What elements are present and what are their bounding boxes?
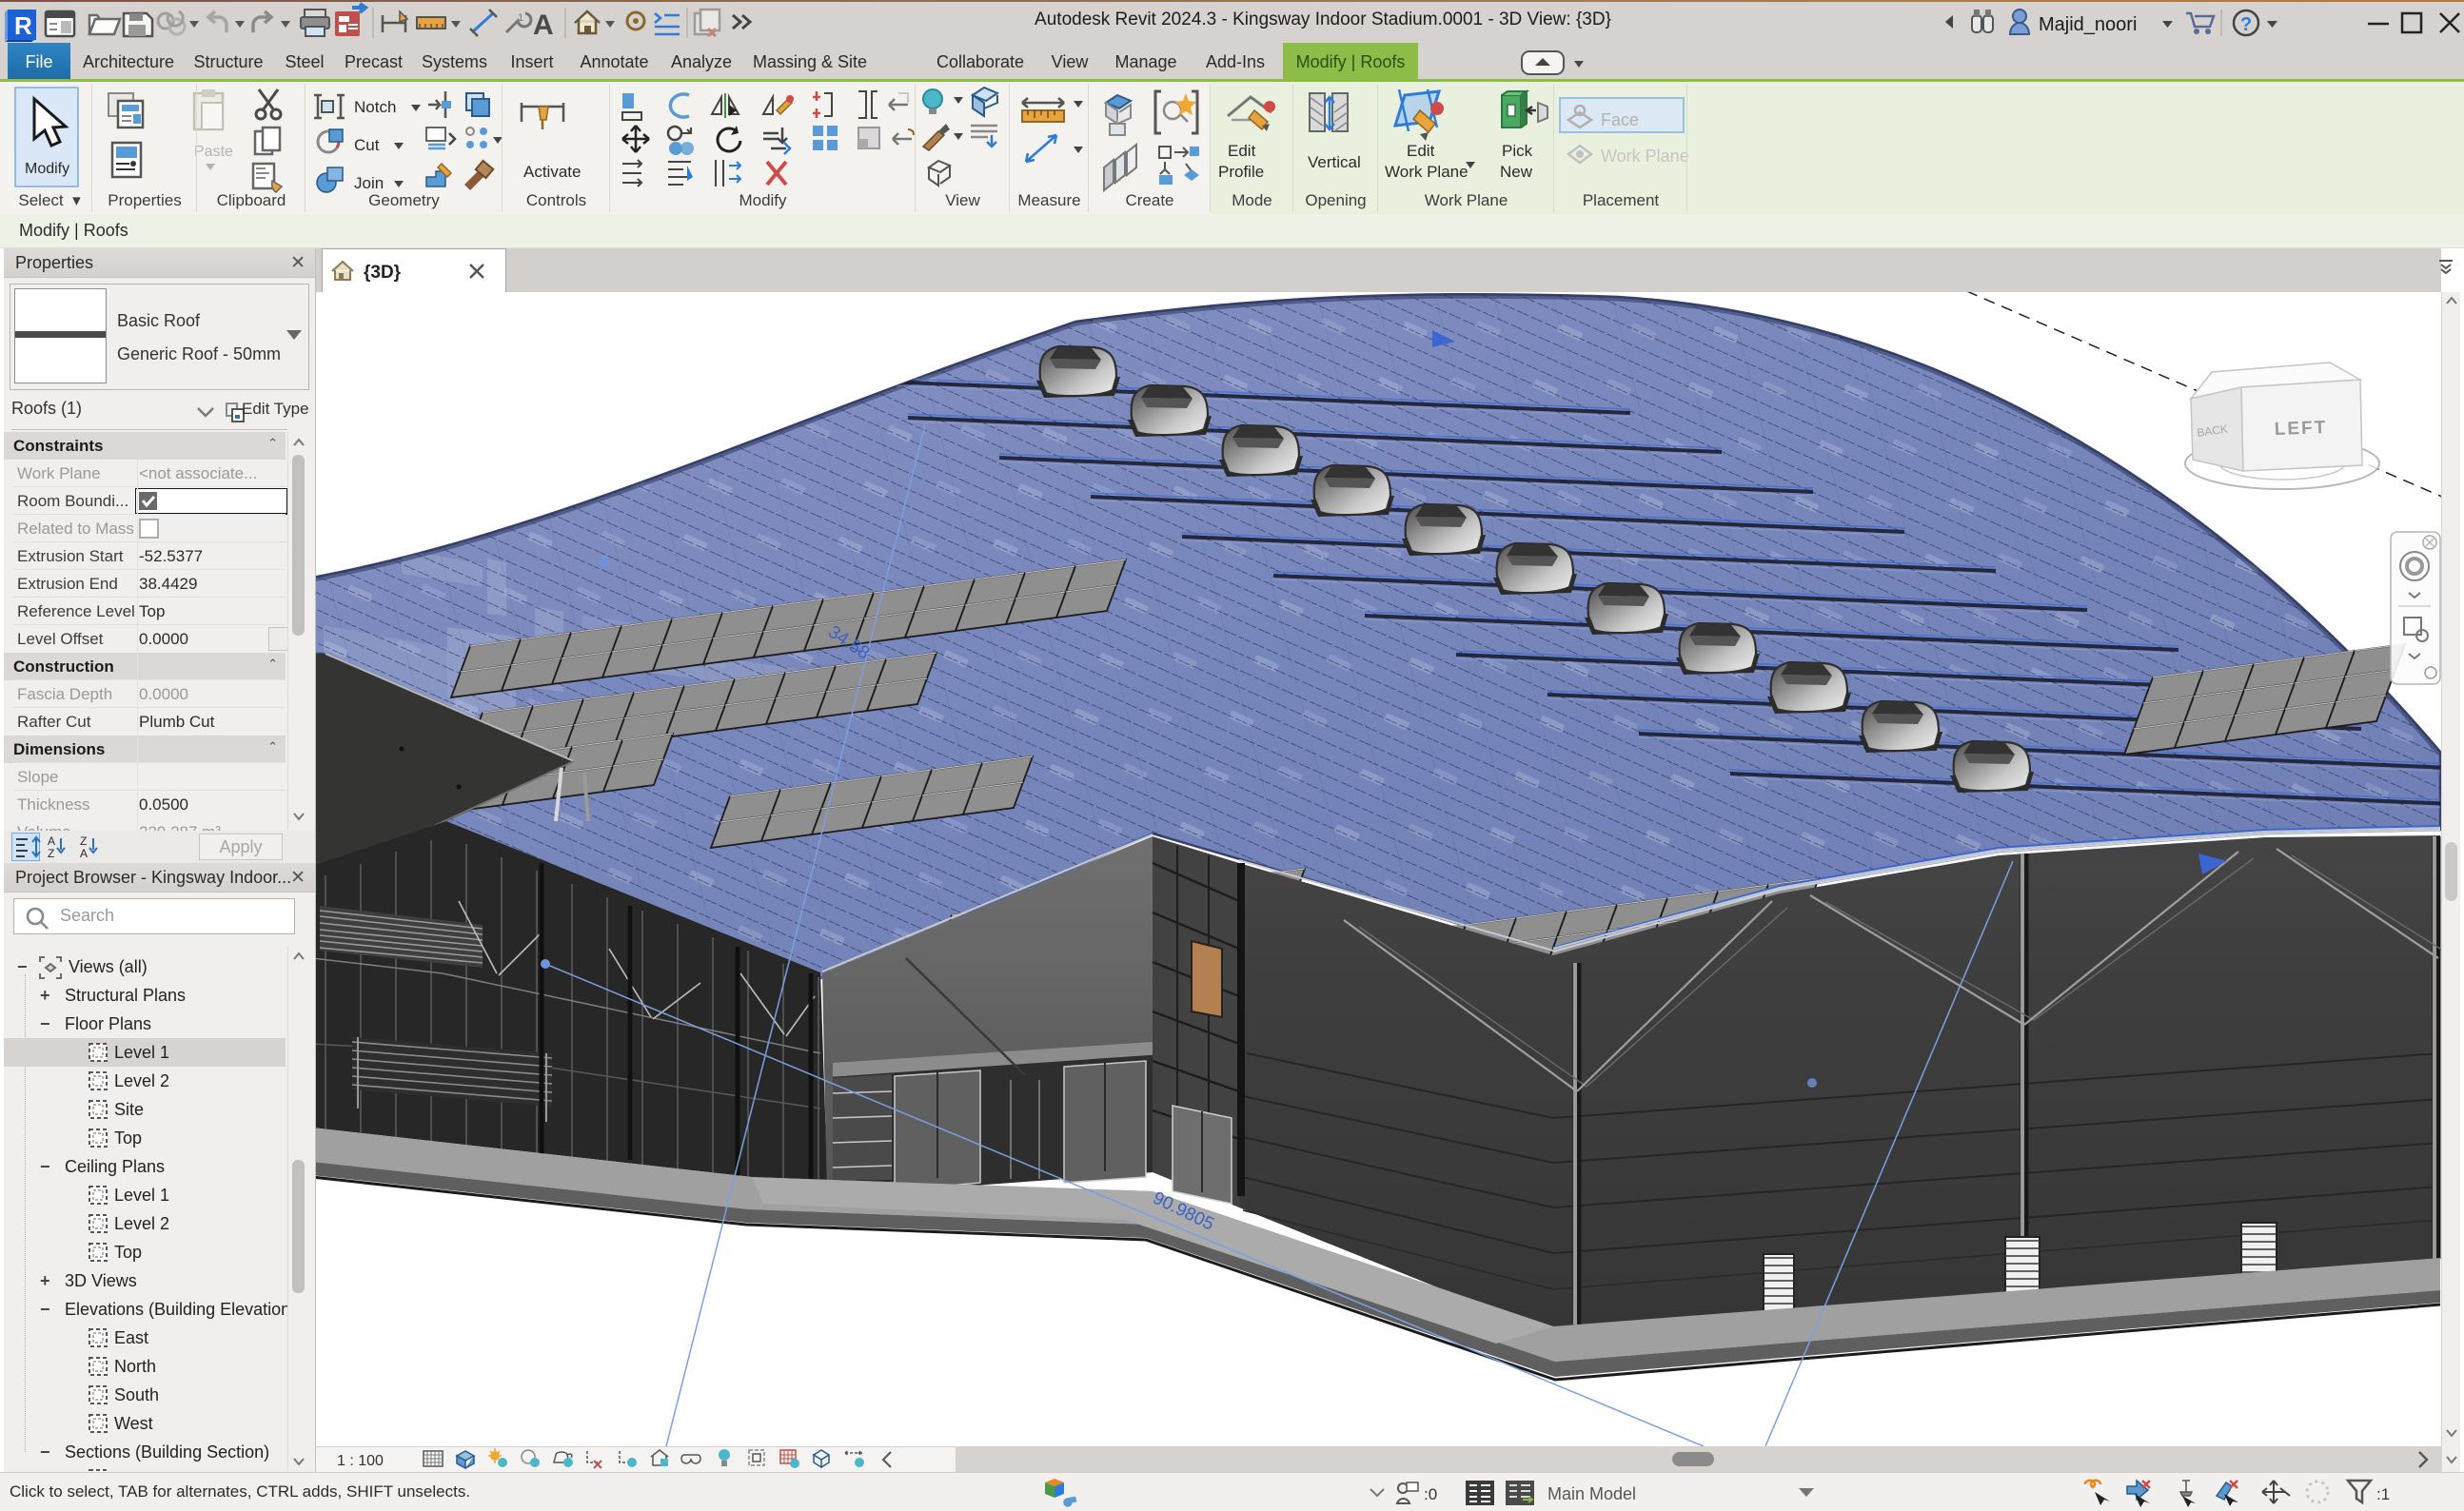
svg-text:LEFT: LEFT [2274,418,2327,440]
svg-text:Edit: Edit [1407,142,1435,160]
svg-text:Profile: Profile [1218,163,1264,181]
svg-text:1 : 100: 1 : 100 [337,1453,384,1469]
svg-text:Majid_noori: Majid_noori [2039,14,2137,35]
svg-text:Work Plane: Work Plane [1385,163,1469,181]
svg-text:A: A [533,10,554,41]
svg-text:?: ? [2240,14,2252,35]
svg-text:Pick: Pick [1502,142,1533,160]
svg-text:{3D}: {3D} [364,263,402,283]
svg-text:Z: Z [48,847,54,859]
svg-text:Vertical: Vertical [1308,153,1361,171]
svg-text:A: A [80,847,88,859]
svg-text:R: R [14,11,32,40]
svg-text:Work Plane: Work Plane [1601,147,1689,166]
svg-text:Modify: Modify [25,161,69,177]
svg-text:Face: Face [1601,110,1639,129]
svg-text:Cut: Cut [354,136,380,154]
svg-text:Z: Z [80,834,87,848]
svg-text:New: New [1500,163,1533,181]
svg-text:1: 1 [518,12,523,24]
svg-text:Activate: Activate [523,163,581,181]
svg-text::0: :0 [1424,1485,1437,1503]
svg-text:A: A [48,834,55,848]
svg-text:Main Model: Main Model [1547,1484,1636,1503]
svg-text:Edit: Edit [1228,142,1256,160]
svg-text::1: :1 [2376,1485,2390,1503]
svg-text:Paste: Paste [194,144,233,160]
svg-text:Notch: Notch [354,98,396,116]
